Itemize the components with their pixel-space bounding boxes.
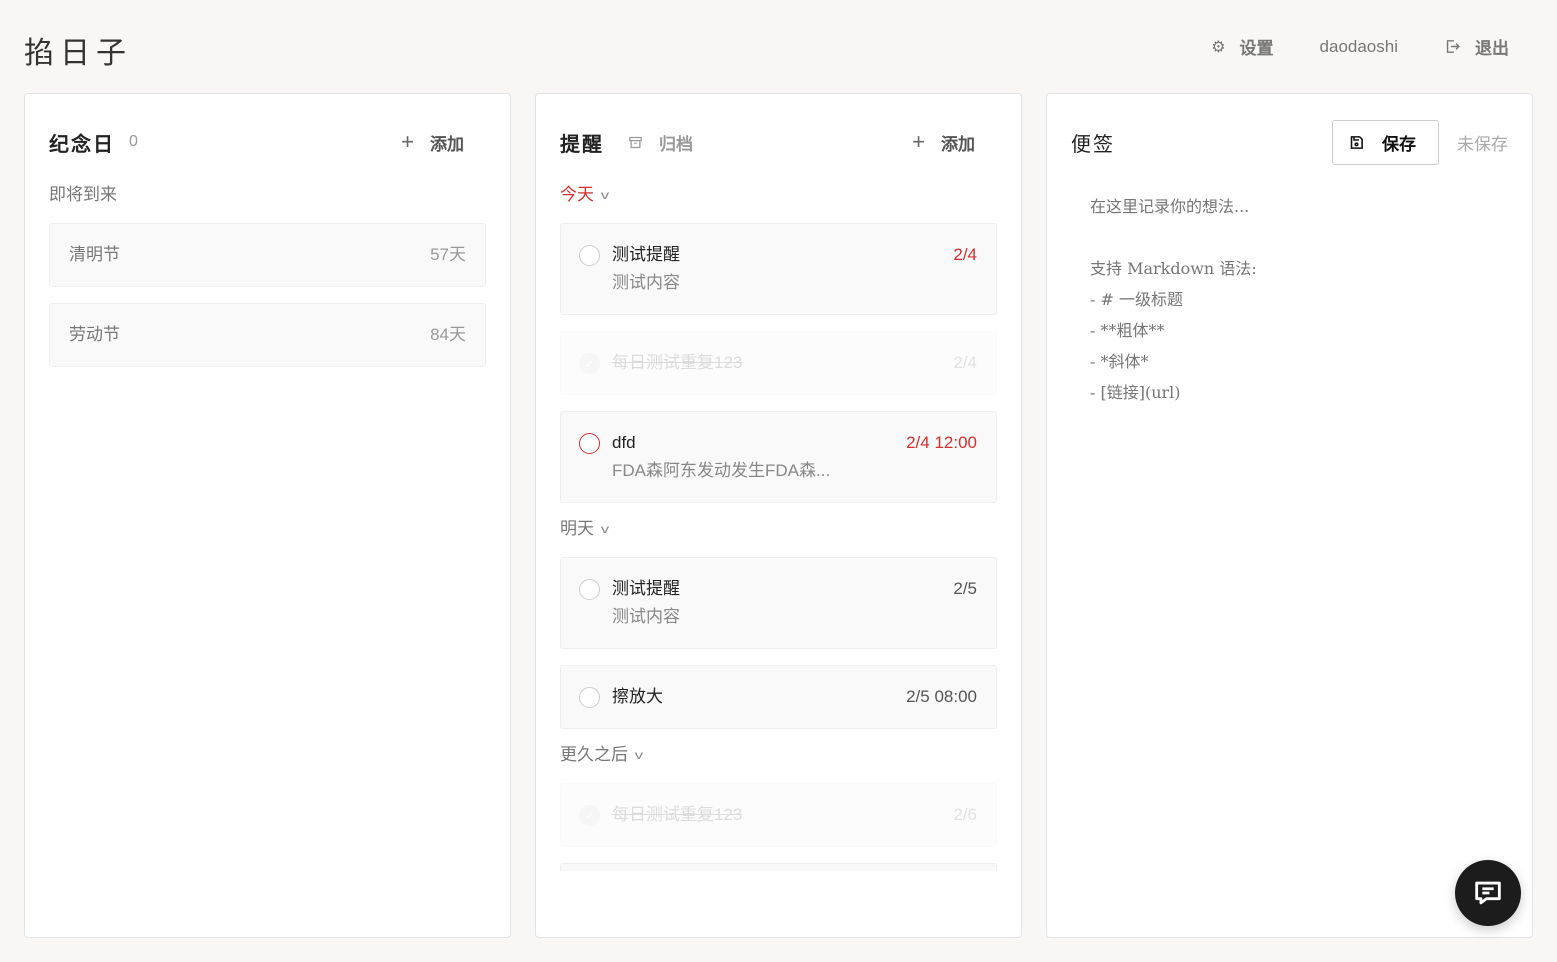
notes-title: 便签 xyxy=(1071,133,1115,156)
reminder-date-wrap: 2/5 08:00 xyxy=(906,685,977,709)
add-reminder-button[interactable]: + 添加 xyxy=(912,129,975,155)
reminder-item[interactable]: ✓ 每日测试重复123 2/4 xyxy=(560,331,997,395)
plus-icon: + xyxy=(401,129,414,154)
anniversary-name: 清明节 xyxy=(69,245,120,264)
user-name[interactable]: daodaoshi xyxy=(1320,37,1398,57)
user-name-label: daodaoshi xyxy=(1319,36,1398,56)
reminder-title: 擦放大 xyxy=(612,687,663,706)
add-label: 添加 xyxy=(941,134,975,154)
reminder-title: 每日测试重复123 xyxy=(612,353,743,372)
anniversary-name: 劳动节 xyxy=(69,325,120,344)
checkbox-circle[interactable] xyxy=(579,687,600,708)
anniversary-days: 57天 xyxy=(430,245,466,264)
reminder-body: 每日测试重复123 xyxy=(612,351,953,375)
reminder-date: 2/4 12:00 xyxy=(906,433,977,452)
anniversary-item[interactable]: 清明节 57天 xyxy=(49,223,486,287)
chat-icon xyxy=(1475,881,1501,905)
top-nav: ⚙ 设置 daodaoshi 退出 xyxy=(1165,34,1509,59)
anniversary-panel: 纪念日 0 + 添加 即将到来 清明节 57天劳动节 84天 xyxy=(24,93,511,938)
chevron-down-icon: v xyxy=(600,188,610,202)
anniversary-count: 0 xyxy=(129,133,138,150)
section-label: 明天 xyxy=(560,519,594,538)
chevron-down-icon: v xyxy=(600,522,610,536)
checkbox-circle[interactable] xyxy=(579,433,600,454)
notes-panel: 便签 保存 未保存 xyxy=(1046,93,1533,938)
archive-icon xyxy=(629,136,642,148)
reminder-item[interactable]: 测试提醒 测试内容 2/4 xyxy=(560,223,997,315)
logout-button[interactable]: 退出 xyxy=(1444,34,1509,59)
reminder-item[interactable]: 测试提醒 测试内容 2/5 xyxy=(560,557,997,649)
settings-button[interactable]: ⚙ 设置 xyxy=(1211,34,1273,59)
reminder-title: 测试提醒 xyxy=(612,245,680,264)
reminder-date-wrap: 2/4 12:00 xyxy=(906,431,977,455)
reminder-content: 测试内容 xyxy=(612,273,680,292)
checkbox-circle[interactable] xyxy=(579,245,600,266)
gear-icon: ⚙ xyxy=(1211,38,1226,56)
anniversary-title: 纪念日 xyxy=(49,133,115,156)
plus-icon: + xyxy=(912,129,925,154)
section-label: 今天 xyxy=(560,185,594,204)
logout-icon xyxy=(1446,40,1460,53)
reminder-date-wrap: 2/4 xyxy=(953,243,977,267)
reminder-content: FDA森阿东发动发生FDA森... xyxy=(612,461,831,480)
reminder-date: 2/6 xyxy=(953,805,977,824)
anniversary-item[interactable]: 劳动节 84天 xyxy=(49,303,486,367)
reminder-list[interactable]: 今天 v 测试提醒 测试内容 2/4 ✓ 每日测试重复123 2/4 dfd FDA森阿东发动发生… xyxy=(560,165,997,871)
reminder-date-wrap: 2/5 xyxy=(953,577,977,601)
settings-label: 设置 xyxy=(1239,39,1274,58)
reminder-item[interactable]: 擦放大 2/5 08:00 xyxy=(560,665,997,729)
reminder-body: dfd FDA森阿东发动发生FDA森... xyxy=(612,431,906,483)
section-upcoming: 即将到来 xyxy=(49,185,117,204)
checkbox-circle[interactable] xyxy=(579,579,600,600)
reminder-content: 测试内容 xyxy=(612,607,680,626)
add-label: 添加 xyxy=(430,134,464,154)
anniversary-days: 84天 xyxy=(430,325,466,344)
section-label: 更久之后 xyxy=(560,745,628,764)
reminder-date: 2/5 xyxy=(953,579,977,598)
save-icon xyxy=(1350,135,1363,149)
reminder-title: 测试提醒 xyxy=(612,579,680,598)
reminder-body: 擦放大 xyxy=(612,685,906,709)
reminder-date: 2/4 xyxy=(953,353,977,372)
save-button[interactable]: 保存 xyxy=(1332,119,1439,165)
reminder-title: 每日测试重复123 xyxy=(612,805,743,824)
section-header[interactable]: 明天 v xyxy=(560,519,997,539)
checked-circle-icon[interactable]: ✓ xyxy=(579,353,600,374)
note-editor[interactable] xyxy=(1071,191,1508,891)
reminder-date: 2/5 08:00 xyxy=(906,687,977,706)
reminder-date-wrap: 2/4 xyxy=(953,351,977,375)
checked-circle-icon[interactable]: ✓ xyxy=(579,805,600,826)
logout-label: 退出 xyxy=(1475,39,1509,58)
section-header[interactable]: 更久之后 v xyxy=(560,745,997,765)
reminder-title: 提醒 xyxy=(560,133,604,156)
reminder-item[interactable]: dfd FDA森阿东发动发生FDA森... 2/4 12:00 xyxy=(560,411,997,503)
reminder-body: 测试提醒 测试内容 xyxy=(612,243,953,295)
reminder-item[interactable]: ✓ 每日测试重复123 2/6 xyxy=(560,783,997,847)
reminder-body: 每日测试重复123 xyxy=(612,803,953,827)
chevron-down-icon: v xyxy=(634,748,644,762)
reminder-date: 2/4 xyxy=(953,245,977,264)
reminder-title: dfd xyxy=(612,433,636,452)
section-header[interactable]: 今天 v xyxy=(560,185,997,205)
archive-label: 归档 xyxy=(659,134,693,154)
reminder-body: 测试提醒 测试内容 xyxy=(612,577,953,629)
reminder-panel: 提醒 归档 + 添加 今天 v 测试提醒 测试内容 2/4 ✓ 每日测试重复123 2/4 df… xyxy=(535,93,1022,938)
save-label: 保存 xyxy=(1382,134,1416,154)
save-status: 未保存 xyxy=(1457,134,1508,154)
reminder-date-wrap: 2/6 xyxy=(953,803,977,827)
app-logo: 掐日子 xyxy=(24,37,132,70)
archive-button[interactable]: 归档 xyxy=(628,130,693,155)
add-anniversary-button[interactable]: + 添加 xyxy=(401,129,464,155)
feedback-button[interactable] xyxy=(1455,860,1521,926)
reminder-item[interactable]: 测试提醒测试内容⇄2/6 xyxy=(560,863,997,871)
